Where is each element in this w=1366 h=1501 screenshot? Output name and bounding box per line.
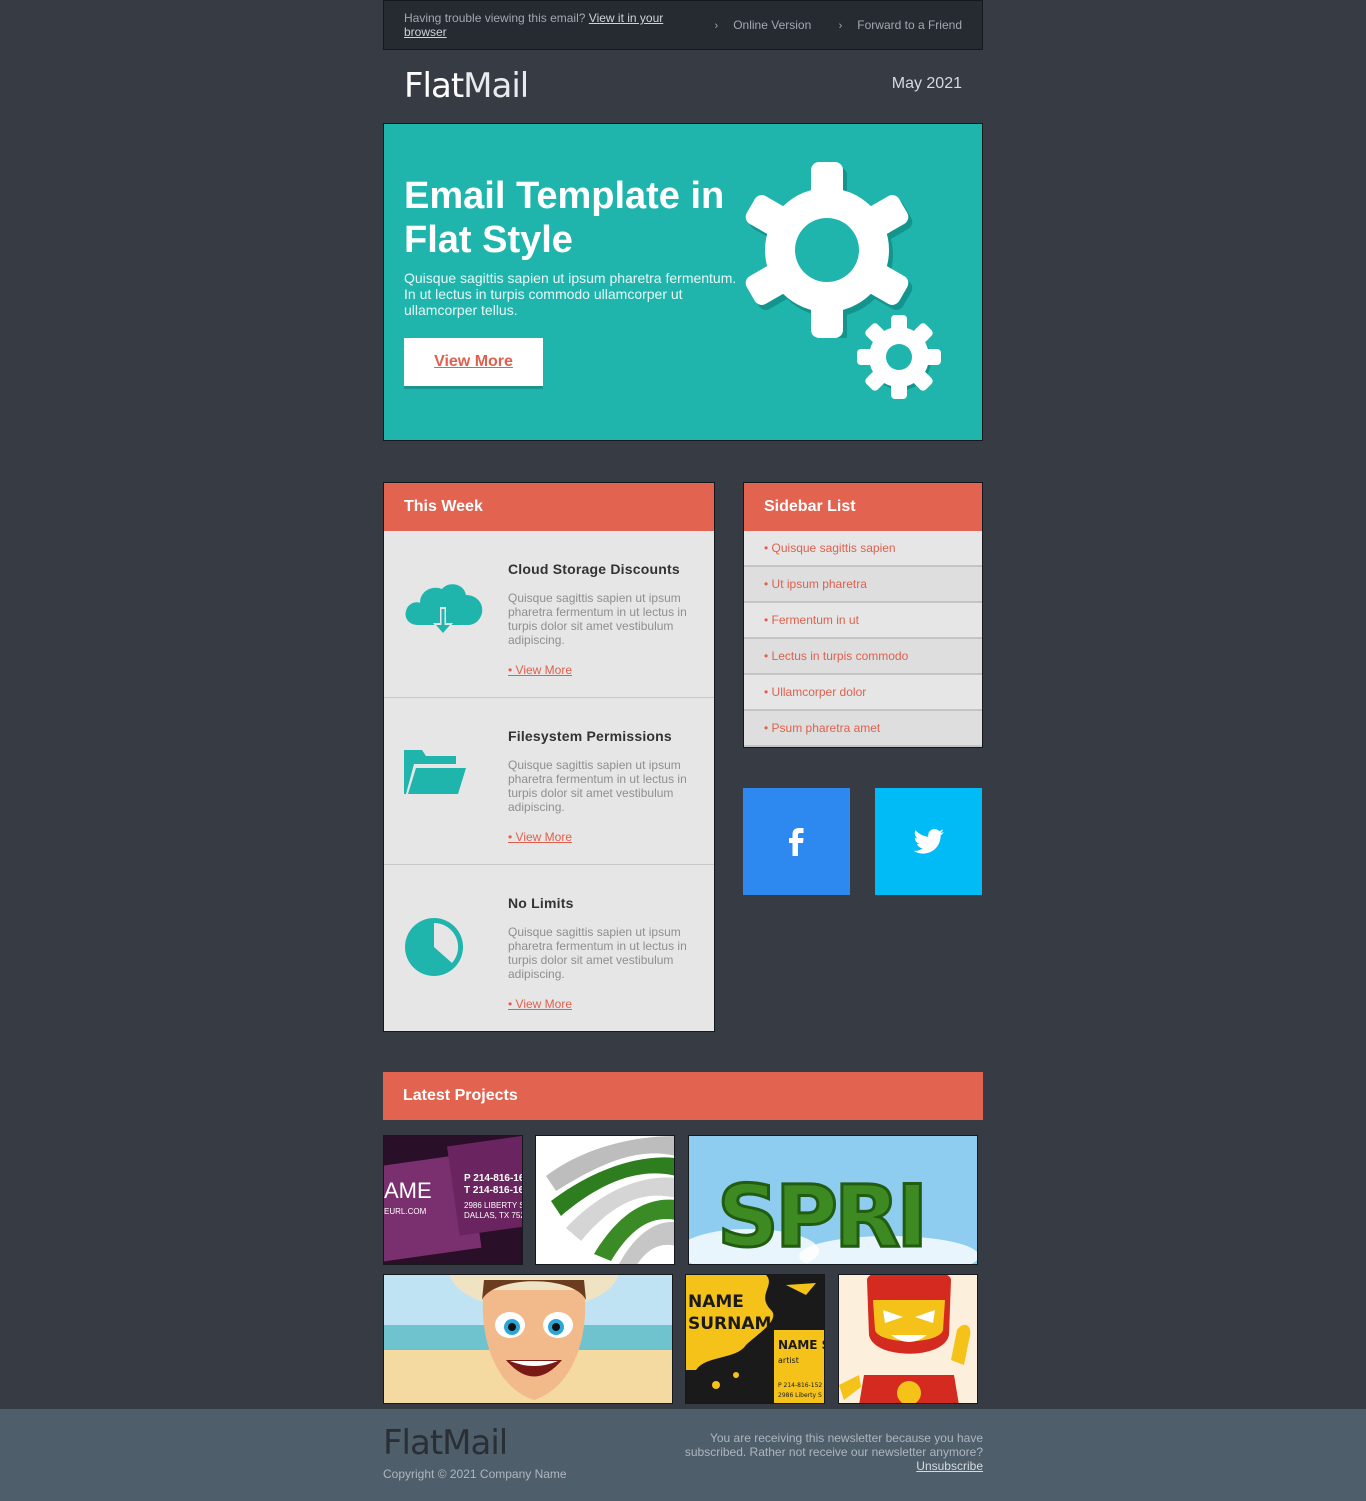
spring-grass-letters-image: SPRI (689, 1136, 977, 1265)
sidebar-list-item[interactable]: • Fermentum in ut (744, 603, 982, 639)
spring-text: SPRI (717, 1167, 924, 1265)
unsubscribe-link[interactable]: Unsubscribe (916, 1459, 983, 1473)
footer-logo[interactable]: FlatMail (383, 1423, 508, 1463)
large-gear-icon (745, 162, 913, 338)
top-links: › Online Version › Forward to a Friend (691, 18, 962, 32)
cloud-download-icon (405, 584, 483, 635)
sidebar-list-heading: Sidebar List (744, 483, 982, 531)
view-more-button[interactable]: View More (404, 338, 543, 386)
folder-icon (404, 750, 466, 794)
sidebar-list-item[interactable]: • Ullamcorper dolor (744, 675, 982, 711)
card-name-text: NAME (688, 1292, 744, 1312)
footer-logo-bold: Flat (383, 1423, 443, 1463)
small-gear-icon (857, 315, 941, 399)
pie-clock-icon (405, 918, 463, 976)
footer-logo-light: Mail (442, 1423, 508, 1463)
week-item-text: Quisque sagittis sapien ut ipsum pharetr… (508, 591, 687, 647)
online-version-label: Online Version (733, 18, 812, 32)
business-cards-image: AME EURL.COM P 214-816-16 T 214-816-16 2… (384, 1136, 523, 1264)
latest-projects-heading: Latest Projects (383, 1072, 983, 1120)
hero-banner: Email Template in Flat Style Quisque sag… (383, 123, 983, 441)
card-surname-text: SURNAM (688, 1314, 771, 1334)
facebook-button[interactable] (743, 788, 850, 895)
issue-date: May 2021 (891, 75, 962, 92)
sidebar-list-panel: Sidebar List • Quisque sagittis sapien •… (743, 482, 983, 748)
cartoon-superhero-image (839, 1275, 977, 1403)
sidebar-list: • Quisque sagittis sapien • Ut ipsum pha… (744, 531, 982, 747)
week-item-title: Cloud Storage Discounts (508, 561, 680, 577)
subscription-notice: You are receiving this newsletter becaus… (680, 1431, 983, 1473)
twitter-button[interactable] (875, 788, 982, 895)
card-url-text: EURL.COM (384, 1207, 427, 1216)
card-phone-text: T 214-816-16 (464, 1185, 523, 1196)
card-address-text: DALLAS, TX 752 (464, 1211, 523, 1220)
sidebar-list-item[interactable]: • Lectus in turpis commodo (744, 639, 982, 675)
notice-text: You are receiving this newsletter becaus… (684, 1431, 983, 1459)
card-name-text: AME (384, 1178, 432, 1203)
week-item-text: Quisque sagittis sapien ut ipsum pharetr… (508, 925, 687, 981)
logo[interactable]: FlatMail (404, 66, 529, 106)
card-address-text: 2986 Liberty S (778, 1392, 822, 1399)
week-item-title: Filesystem Permissions (508, 728, 672, 744)
this-week-heading: This Week (384, 483, 714, 531)
project-thumbnail[interactable] (383, 1274, 673, 1404)
forward-label: Forward to a Friend (857, 18, 962, 32)
ribbon-logo-image (536, 1136, 674, 1264)
project-thumbnail[interactable]: SPRI (688, 1135, 978, 1265)
week-item: Filesystem Permissions Quisque sagittis … (384, 698, 714, 865)
week-item: Cloud Storage Discounts Quisque sagittis… (384, 531, 714, 698)
card-phone-text: P 214-816-16 (464, 1173, 523, 1184)
cartoon-man-image (384, 1275, 672, 1403)
hero-title: Email Template in Flat Style (404, 175, 725, 261)
week-item: No Limits Quisque sagittis sapien ut ips… (384, 865, 714, 1032)
project-thumbnail[interactable] (838, 1274, 978, 1404)
week-item-view-more-link[interactable]: • View More (508, 663, 572, 677)
logo-light: Mail (463, 66, 529, 106)
chevron-right-icon: › (714, 20, 719, 32)
chevron-right-icon: › (838, 20, 843, 32)
sidebar-list-item[interactable]: • Ut ipsum pharetra (744, 567, 982, 603)
footer: FlatMail Copyright © 2021 Company Name Y… (0, 1409, 1366, 1501)
sidebar-list-item[interactable]: • Quisque sagittis sapien (744, 531, 982, 567)
card-role-text: artist (778, 1356, 799, 1365)
hero-text: Quisque sagittis sapien ut ipsum pharetr… (404, 270, 737, 318)
copyright: Copyright © 2021 Company Name (383, 1467, 567, 1481)
week-item-title: No Limits (508, 895, 574, 911)
trouble-viewing-notice: Having trouble viewing this email? View … (404, 11, 684, 39)
logo-bold: Flat (404, 66, 464, 106)
project-thumbnail[interactable]: AME EURL.COM P 214-816-16 T 214-816-16 2… (383, 1135, 523, 1265)
online-version-link[interactable]: › Online Version (703, 18, 812, 32)
twitter-icon (913, 829, 944, 854)
card-name-text: NAME S (778, 1338, 825, 1352)
top-bar: Having trouble viewing this email? View … (383, 0, 983, 50)
card-phone-text: P 214-816-152 (778, 1382, 822, 1389)
week-item-view-more-link[interactable]: • View More (508, 997, 572, 1011)
project-thumbnail[interactable]: NAME SURNAM NAME S artist P 214-816-152 … (685, 1274, 825, 1404)
this-week-panel: This Week Cloud Storage Discounts Quisqu… (383, 482, 715, 1032)
splash-business-cards-image: NAME SURNAM NAME S artist P 214-816-152 … (686, 1275, 825, 1403)
sidebar-list-item[interactable]: • Psum pharetra amet (744, 711, 982, 747)
project-thumbnail[interactable] (535, 1135, 675, 1265)
week-item-view-more-link[interactable]: • View More (508, 830, 572, 844)
trouble-text: Having trouble viewing this email? (404, 11, 586, 25)
facebook-icon (789, 828, 804, 856)
card-address-text: 2986 LIBERTY S (464, 1201, 523, 1210)
forward-link[interactable]: › Forward to a Friend (827, 18, 962, 32)
week-item-text: Quisque sagittis sapien ut ipsum pharetr… (508, 758, 687, 814)
